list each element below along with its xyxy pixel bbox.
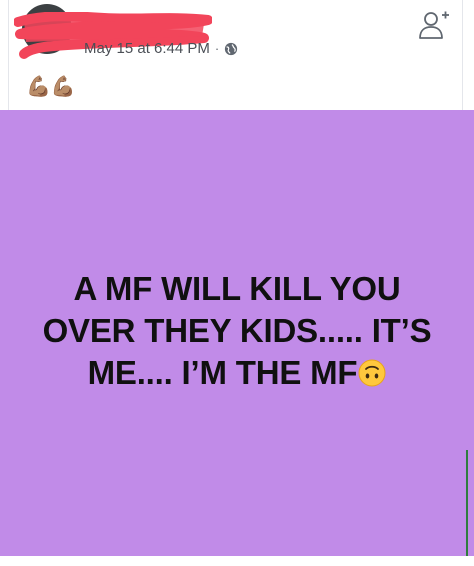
- post-meta: May 15 at 6:44 PM ·: [84, 40, 238, 57]
- facebook-post: May 15 at 6:44 PM · 💪🏽💪🏽 A MF WILL KILL …: [0, 0, 474, 566]
- add-friend-icon[interactable]: [418, 10, 450, 40]
- background-post-text: A MF WILL KILL YOU OVER THEY KIDS..... I…: [0, 268, 474, 394]
- post-text-line-3: ME.... I’M THE MF: [87, 354, 358, 391]
- bottom-edge: [0, 556, 474, 566]
- upside-down-face-emoji-icon: [358, 359, 386, 387]
- card-border-right: [462, 0, 463, 110]
- meta-separator: ·: [214, 41, 220, 56]
- post-caption: 💪🏽💪🏽: [26, 76, 76, 98]
- post-text-line-2: OVER THEY KIDS..... IT’S: [42, 312, 432, 349]
- post-timestamp[interactable]: May 15 at 6:44 PM: [84, 40, 210, 57]
- globe-icon[interactable]: [224, 42, 238, 56]
- post-text-line-1: A MF WILL KILL YOU: [73, 270, 401, 307]
- scroll-indicator: [466, 450, 468, 560]
- card-border-left: [8, 0, 9, 110]
- post-text-line-3-wrapper: ME.... I’M THE MF: [0, 352, 474, 394]
